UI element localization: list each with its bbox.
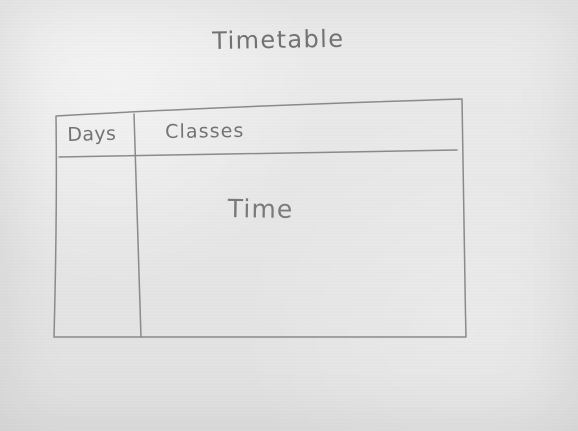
column-divider — [133, 113, 142, 338]
days-header-label: Days — [67, 122, 117, 146]
header-divider — [58, 149, 458, 158]
time-cell-label: Time — [227, 194, 294, 224]
classes-header-label: Classes — [165, 119, 245, 143]
